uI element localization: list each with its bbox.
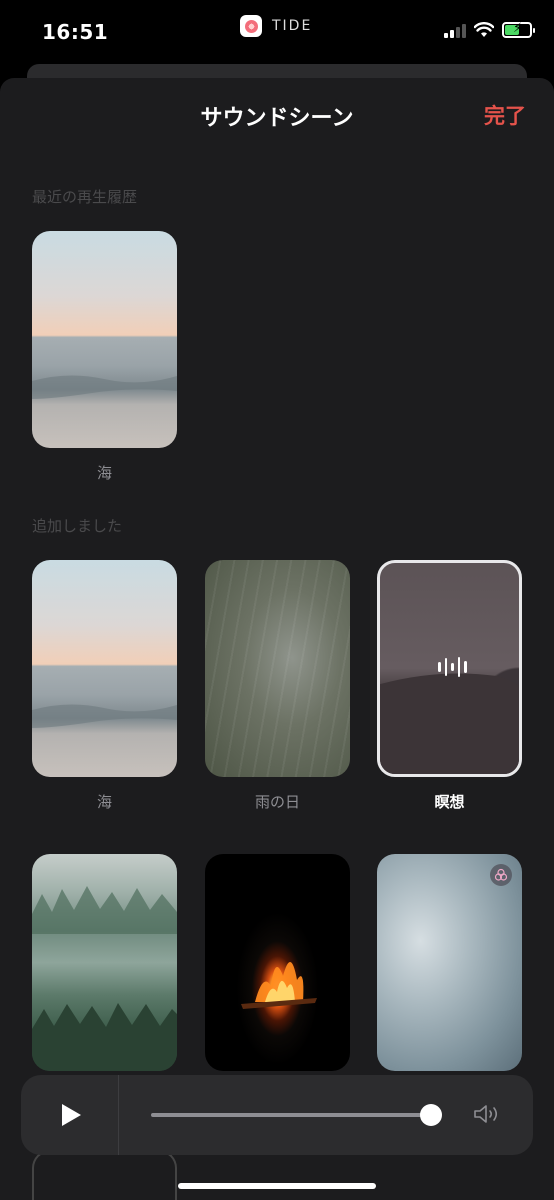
scene-caption: 雨の日 [254,793,300,811]
speaker-icon[interactable] [473,1103,503,1129]
scene-card-forest[interactable] [32,854,177,1071]
volume-slider[interactable] [151,1113,431,1117]
status-time: 16:51 [42,20,109,44]
mix-badge-icon [490,864,512,886]
tide-app-icon [240,15,262,37]
scene-caption: 海 [96,464,112,482]
page-title: サウンドシーン [200,106,354,131]
scene-card-meditation[interactable] [377,560,522,777]
scene-card-sea-recent[interactable] [32,231,177,448]
forest-trees-image [32,886,177,1071]
status-icons: ⚡ [444,21,535,38]
scene-caption-selected: 瞑想 [434,793,465,811]
wifi-icon [474,22,494,37]
cellular-signal-icon [444,22,466,38]
scene-card-campfire[interactable] [205,854,350,1071]
app-name: TIDE [272,18,313,34]
play-button[interactable] [57,1101,85,1129]
battery-icon: ⚡ [502,21,535,38]
campfire-image [241,961,317,1009]
added-section-label: 追加しました [32,517,123,535]
scene-card-sea[interactable] [32,560,177,777]
scene-card-abstract[interactable] [377,854,522,1071]
scene-caption: 海 [96,793,112,811]
mini-player [21,1075,533,1155]
active-app-indicator[interactable]: TIDE [240,15,312,37]
done-button[interactable]: 完了 [484,100,526,130]
waveform-icon [438,656,467,678]
status-bar: 16:51 TIDE ⚡ [0,0,554,64]
sea-waves-image [32,704,177,728]
recent-section-label: 最近の再生履歴 [32,188,138,206]
sound-scene-sheet: サウンドシーン 完了 最近の再生履歴 海 追加しました 海 雨の日 瞑想 [0,78,554,1200]
player-divider [118,1075,119,1155]
sea-waves-image [32,375,177,399]
scene-card-partial[interactable] [32,1150,177,1200]
play-icon [62,1104,81,1126]
volume-slider-thumb[interactable] [420,1104,442,1126]
scene-card-rainy-day[interactable] [205,560,350,777]
home-indicator [178,1183,376,1189]
